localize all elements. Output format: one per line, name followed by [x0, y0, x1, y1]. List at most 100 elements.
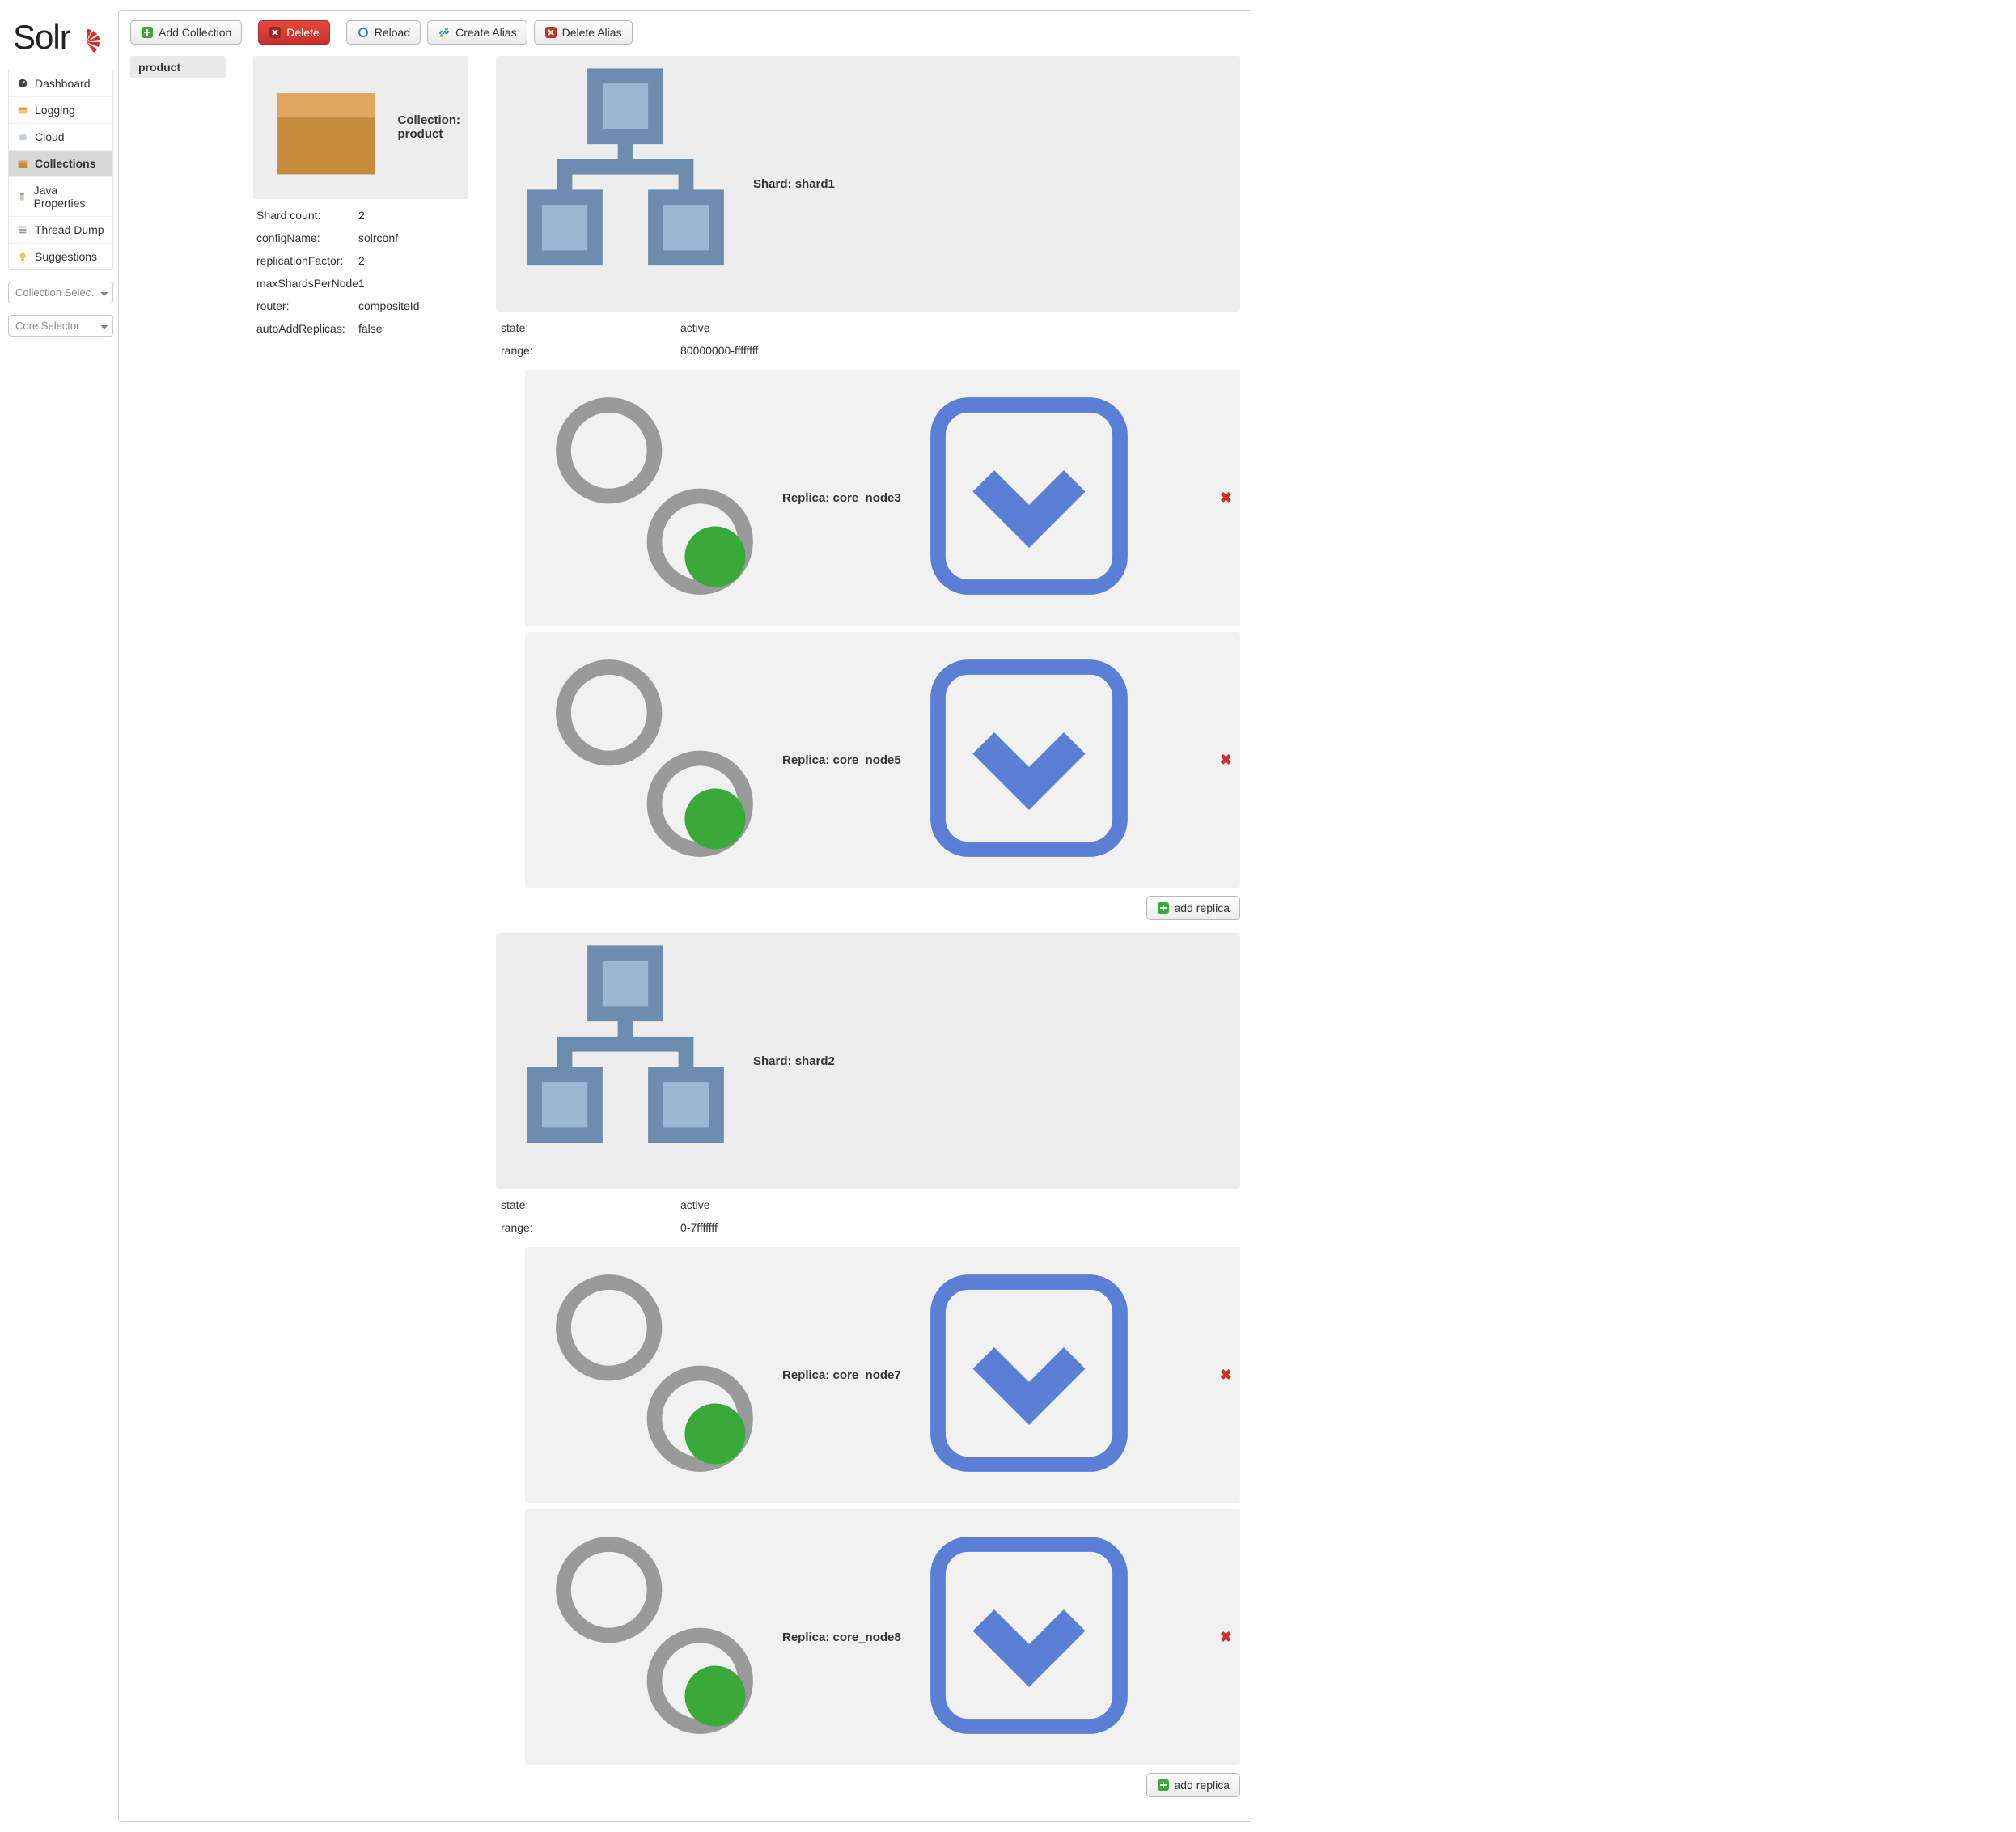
shard-range-label: range: — [501, 344, 680, 357]
create-alias-button[interactable]: Create Alias — [427, 20, 527, 45]
shard-name: shard1 — [795, 177, 835, 191]
sidebar-item-label: Thread Dump — [35, 223, 104, 236]
bulb-icon — [17, 251, 28, 262]
sidebar-item-suggestions[interactable]: Suggestions — [9, 244, 112, 269]
shard-range-label: range: — [501, 1221, 680, 1234]
shard-state-label: state: — [501, 1198, 680, 1211]
replica-row[interactable]: Replica: core_node7 ✖ — [525, 1247, 1240, 1503]
replica-row[interactable]: Replica: core_node8 ✖ — [525, 1509, 1240, 1765]
delete-icon — [269, 26, 282, 39]
expand-icon[interactable] — [908, 637, 1150, 883]
alias-icon — [438, 26, 451, 39]
collections-list: product — [130, 56, 226, 1810]
replica-name: core_node5 — [833, 753, 901, 767]
sidebar-item-collections[interactable]: Collections — [9, 151, 112, 177]
gauge-icon — [17, 78, 28, 89]
create-alias-label: Create Alias — [455, 26, 516, 39]
delete-alias-button[interactable]: Delete Alias — [534, 20, 633, 45]
shard-icon — [504, 938, 747, 1184]
replica-prefix: Replica: — [782, 491, 833, 505]
collection-prop-key: autoAddReplicas: — [256, 322, 358, 335]
collections-list-item[interactable]: product — [130, 56, 226, 78]
collection-name: product — [398, 127, 443, 141]
replica-prefix: Replica: — [782, 1368, 833, 1382]
replica-icon — [533, 637, 776, 883]
delete-alias-label: Delete Alias — [562, 26, 622, 39]
collection-heading-prefix: Collection: — [398, 113, 461, 127]
shard-heading[interactable]: Shard: shard1 — [496, 56, 1240, 312]
collection-props: Shard count:2configName:solrconfreplicat… — [253, 199, 468, 340]
shard-state-label: state: — [501, 321, 680, 334]
expand-icon[interactable] — [908, 1514, 1150, 1760]
add-replica-label: add replica — [1175, 901, 1230, 914]
collection-selector[interactable]: Collection Selec… — [8, 282, 113, 303]
add-replica-label: add replica — [1175, 1779, 1230, 1792]
box-icon — [17, 158, 28, 169]
sidebar-item-label: Collections — [35, 157, 95, 170]
logo-text: Solr — [13, 18, 70, 57]
sidebar-item-label: Dashboard — [35, 77, 91, 90]
collection-prop-value: compositeId — [358, 299, 419, 312]
sidebar-item-dashboard[interactable]: Dashboard — [9, 70, 112, 97]
stack-icon — [17, 224, 28, 235]
delete-replica-button[interactable]: ✖ — [1220, 490, 1232, 505]
collection-prop-value: false — [358, 322, 383, 335]
reload-label: Reload — [375, 26, 410, 39]
delete-replica-button[interactable]: ✖ — [1220, 1630, 1232, 1644]
add-collection-button[interactable]: Add Collection — [130, 20, 242, 45]
add-replica-button[interactable]: add replica — [1146, 1773, 1241, 1797]
plus-icon — [141, 26, 154, 39]
side-nav: Dashboard Logging Cloud Collections Java Pro… — [8, 70, 113, 270]
collection-prop-value: solrconf — [358, 231, 398, 244]
delete-button[interactable]: Delete — [258, 20, 329, 45]
shard-heading[interactable]: Shard: shard2 — [496, 933, 1240, 1189]
shard-state-value: active — [680, 321, 710, 334]
add-replica-button[interactable]: add replica — [1146, 896, 1241, 920]
sidebar-item-thread-dump[interactable]: Thread Dump — [9, 217, 112, 244]
add-collection-label: Add Collection — [159, 26, 231, 39]
sidebar-item-logging[interactable]: Logging — [9, 97, 112, 124]
collection-prop-key: replicationFactor: — [256, 254, 358, 267]
collection-heading: Collection: product — [253, 56, 468, 199]
collection-prop-key: configName: — [256, 231, 358, 244]
collection-prop-value: 1 — [358, 277, 365, 290]
replica-icon — [533, 1514, 776, 1760]
delete-alias-icon — [544, 26, 557, 39]
cloud-icon — [17, 131, 28, 142]
replica-name: core_node8 — [833, 1631, 901, 1644]
solr-rays-icon — [72, 28, 101, 57]
solr-logo: Solr — [8, 10, 113, 70]
inbox-icon — [17, 104, 28, 116]
replica-row[interactable]: Replica: core_node3 ✖ — [525, 370, 1240, 626]
replica-icon — [533, 375, 776, 621]
replica-row[interactable]: Replica: core_node5 ✖ — [525, 632, 1240, 888]
collection-prop-key: router: — [256, 299, 358, 312]
box-icon — [261, 61, 392, 194]
shard-icon — [504, 61, 747, 307]
reload-icon — [357, 26, 370, 39]
replica-name: core_node3 — [833, 491, 901, 505]
delete-replica-button[interactable]: ✖ — [1220, 753, 1232, 767]
delete-replica-button[interactable]: ✖ — [1220, 1368, 1232, 1382]
collection-prop-key: maxShardsPerNode: — [256, 277, 358, 290]
shard-heading-prefix: Shard: — [753, 1054, 795, 1068]
sidebar-item-cloud[interactable]: Cloud — [9, 124, 112, 151]
expand-icon[interactable] — [908, 375, 1150, 621]
reload-button[interactable]: Reload — [346, 20, 421, 45]
shard-range-value: 80000000-ffffffff — [680, 344, 758, 357]
collection-prop-value: 2 — [358, 254, 365, 267]
sidebar-item-label: Cloud — [35, 130, 65, 143]
shard-range-value: 0-7fffffff — [680, 1221, 718, 1234]
sidebar-item-label: Suggestions — [35, 250, 97, 263]
replica-name: core_node7 — [833, 1368, 901, 1382]
sidebar-item-java-properties[interactable]: Java Properties — [9, 177, 112, 217]
shard-state-value: active — [680, 1198, 710, 1211]
replica-prefix: Replica: — [782, 753, 833, 767]
replica-icon — [533, 1252, 776, 1498]
expand-icon[interactable] — [908, 1252, 1150, 1498]
core-selector[interactable]: Core Selector — [8, 315, 113, 337]
plus-icon — [1157, 901, 1170, 914]
collection-prop-value: 2 — [358, 209, 365, 222]
plus-icon — [1157, 1779, 1170, 1792]
collection-prop-key: Shard count: — [256, 209, 358, 222]
